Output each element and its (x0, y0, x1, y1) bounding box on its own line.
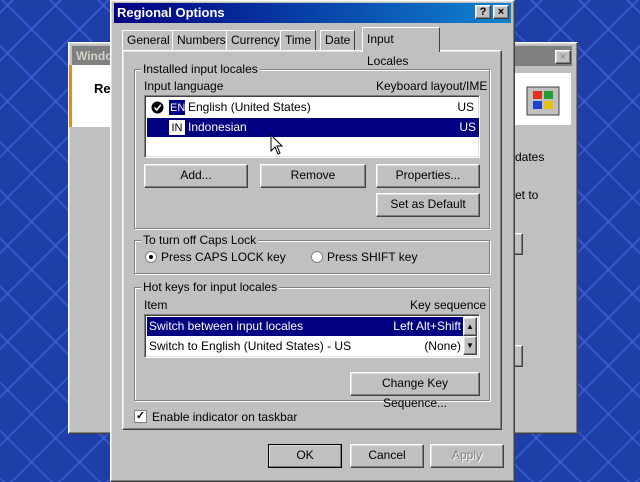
table-row[interactable]: Switch to English (United States) - US (… (147, 337, 463, 356)
ok-button-label: OK (296, 448, 314, 462)
shift-option-label[interactable]: Press SHIFT key (327, 250, 417, 264)
tab-numbers-label: Numbers (177, 33, 226, 47)
enable-indicator-label[interactable]: Enable indicator on taskbar (152, 410, 297, 424)
background-side-text-1: dates (515, 150, 545, 164)
set-default-button-label: Set as Default (390, 197, 466, 211)
caps-lock-option-label[interactable]: Press CAPS LOCK key (161, 250, 286, 264)
tab-general-label: General (127, 33, 170, 47)
background-side-text-2: et to (515, 188, 539, 202)
dialog-title: Regional Options (117, 5, 225, 20)
tab-currency[interactable]: Currency (226, 30, 285, 51)
apply-button-label: Apply (451, 448, 483, 462)
tab-time-label: Time (285, 33, 312, 47)
hotkeys-list[interactable]: Switch between input locales Left Alt+Sh… (144, 314, 480, 358)
help-button[interactable]: ? (475, 5, 491, 19)
background-window-left-pane: Re (69, 65, 111, 127)
list-item-selected[interactable]: IN Indonesian US (147, 118, 479, 137)
item-header: Item (144, 298, 168, 312)
dialog-title-bar[interactable]: Regional Options (114, 3, 511, 23)
cancel-button-label: Cancel (368, 448, 406, 462)
tab-general[interactable]: General (122, 30, 175, 51)
enable-indicator-checkbox[interactable]: ✓ (134, 410, 147, 423)
cancel-button[interactable]: Cancel (350, 444, 424, 468)
question-icon: ? (479, 6, 487, 18)
language-name: English (United States) (188, 100, 311, 114)
add-button[interactable]: Add... (144, 164, 248, 188)
tab-input-locales-label: Input Locales (367, 32, 409, 68)
key-sequence-header: Key sequence (410, 298, 487, 312)
caps-lock-radio[interactable] (145, 251, 157, 263)
language-name: Indonesian (188, 120, 247, 134)
properties-button[interactable]: Properties... (376, 164, 480, 188)
windows-logo-icon (526, 86, 560, 116)
list-item[interactable]: EN English (United States) US (147, 98, 477, 117)
mouse-pointer-icon (270, 134, 284, 155)
remove-button-label: Remove (290, 168, 336, 182)
installed-locales-list[interactable]: EN English (United States) US IN Indones… (144, 95, 480, 158)
scroll-up-button[interactable]: ▲ (463, 317, 477, 336)
hotkey-item: Switch to English (United States) - US (149, 339, 352, 353)
installed-locales-group-label: Installed input locales (141, 62, 260, 76)
background-window-label: Re (94, 81, 111, 96)
tab-date[interactable]: Date (320, 30, 356, 51)
apply-button[interactable]: Apply (430, 444, 504, 468)
background-window-title-text: Windo (76, 49, 113, 63)
scroll-down-button[interactable]: ▼ (463, 336, 477, 355)
language-code-badge: IN (169, 120, 185, 135)
set-default-button[interactable]: Set as Default (376, 193, 480, 217)
tab-numbers[interactable]: Numbers (172, 30, 231, 51)
ok-button[interactable]: OK (268, 444, 342, 468)
hotkey-item: Switch between input locales (149, 319, 304, 333)
background-close-button[interactable]: × (555, 50, 571, 64)
caps-lock-group-label: To turn off Caps Lock (141, 233, 259, 247)
keyboard-layout-header: Keyboard layout/IME (376, 79, 488, 93)
keyboard-layout: US (457, 100, 474, 114)
input-language-header: Input language (144, 79, 224, 93)
tab-currency-label: Currency (231, 33, 280, 47)
tab-time[interactable]: Time (280, 30, 317, 51)
close-button[interactable]: × (493, 5, 509, 19)
add-button-label: Add... (180, 168, 212, 182)
shift-radio[interactable] (311, 251, 323, 263)
close-icon: × (497, 6, 505, 18)
properties-button-label: Properties... (395, 168, 461, 182)
arrow-up-icon: ▲ (466, 322, 474, 331)
radio-dot-icon (149, 255, 153, 259)
change-key-sequence-label: Change Key Sequence... (381, 376, 449, 410)
checkmark-icon: ✓ (135, 410, 146, 422)
language-code-badge: EN (169, 100, 186, 115)
default-check-icon (151, 101, 164, 114)
hotkey-sequence: Left Alt+Shift (393, 319, 461, 333)
hotkeys-group-label: Hot keys for input locales (141, 280, 280, 294)
windows-logo-panel (515, 73, 571, 125)
tab-input-locales[interactable]: Input Locales (362, 27, 440, 68)
change-key-sequence-button[interactable]: Change Key Sequence... (350, 372, 480, 410)
hotkey-sequence: (None) (424, 339, 461, 353)
keyboard-layout: US (459, 120, 476, 134)
remove-button[interactable]: Remove (260, 164, 366, 188)
table-row-selected[interactable]: Switch between input locales Left Alt+Sh… (147, 317, 463, 336)
tab-date-label: Date (325, 33, 351, 47)
arrow-down-icon: ▼ (466, 341, 474, 350)
